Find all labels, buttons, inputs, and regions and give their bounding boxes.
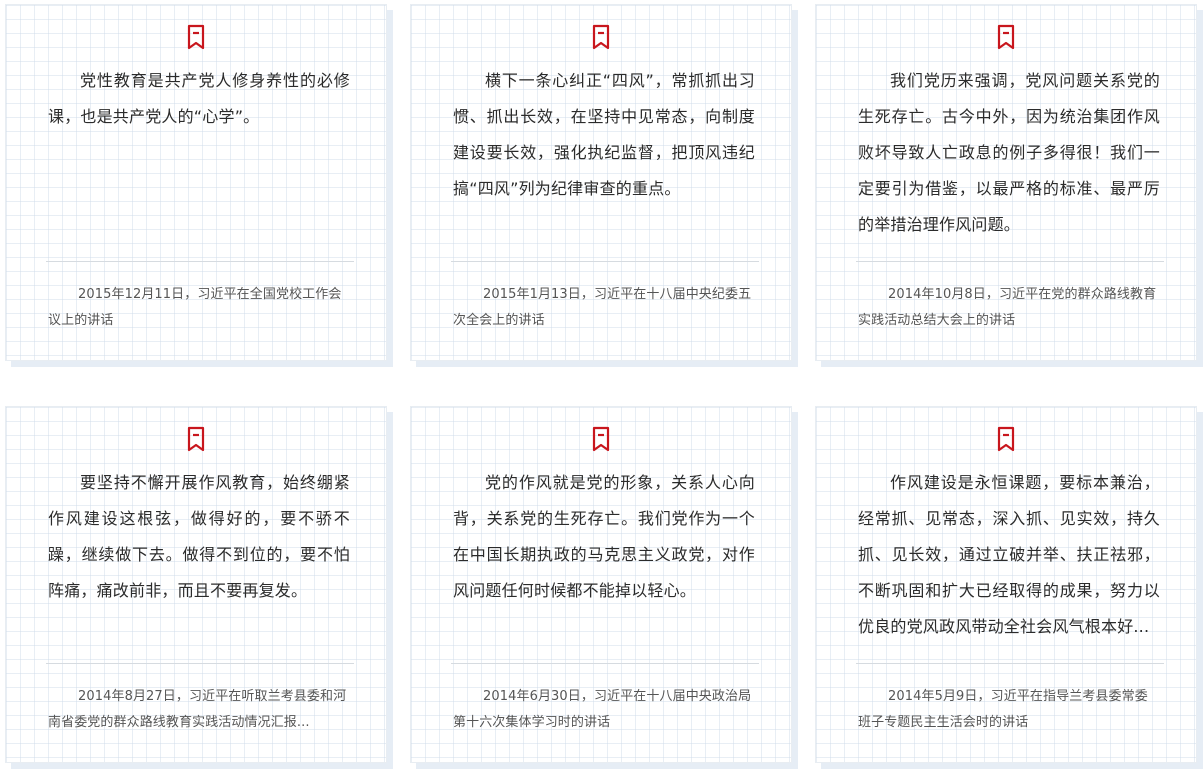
quote-card[interactable]: 党的作风就是党的形象，关系人心向背，关系党的生死存亡。我们党作为一个在中国长期执…	[410, 406, 792, 763]
quote-source: 2014年8月27日，习近平在听取兰考县委和河南省委党的群众路线教育实践活动情况…	[48, 689, 347, 730]
divider	[451, 261, 759, 262]
quote-card[interactable]: 党性教育是共产党人修身养性的必修课，也是共产党人的“心学”。 2015年12月1…	[5, 4, 387, 361]
bookmark-icon	[996, 426, 1016, 452]
quote-card[interactable]: 我们党历来强调，党风问题关系党的生死存亡。古今中外，因为统治集团作风败坏导致人亡…	[815, 4, 1197, 361]
divider	[46, 663, 354, 664]
divider	[46, 261, 354, 262]
quote-text: 要坚持不懈开展作风教育，始终绷紧作风建设这根弦，做得好的，要不骄不躁，继续做下去…	[48, 473, 350, 600]
quote-text: 党的作风就是党的形象，关系人心向背，关系党的生死存亡。我们党作为一个在中国长期执…	[453, 473, 755, 600]
quote-source: 2014年10月8日，习近平在党的群众路线教育实践活动总结大会上的讲话	[858, 287, 1157, 328]
bookmark-icon	[186, 426, 206, 452]
quote-source: 2014年6月30日，习近平在十八届中央政治局第十六次集体学习时的讲话	[453, 689, 752, 730]
quote-text: 作风建设是永恒课题，要标本兼治，经常抓、见常态，深入抓、见实效，持久抓、见长效，…	[858, 473, 1160, 636]
quote-source: 2014年5月9日，习近平在指导兰考县委常委班子专题民主生活会时的讲话	[858, 689, 1148, 730]
quote-text: 党性教育是共产党人修身养性的必修课，也是共产党人的“心学”。	[48, 71, 350, 126]
quote-text: 横下一条心纠正“四风”，常抓抓出习惯、抓出长效，在坚持中见常态，向制度建设要长效…	[453, 71, 755, 198]
quote-text: 我们党历来强调，党风问题关系党的生死存亡。古今中外，因为统治集团作风败坏导致人亡…	[858, 71, 1160, 234]
quote-card[interactable]: 横下一条心纠正“四风”，常抓抓出习惯、抓出长效，在坚持中见常态，向制度建设要长效…	[410, 4, 792, 361]
bookmark-icon	[591, 426, 611, 452]
divider	[856, 261, 1164, 262]
quote-source: 2015年12月11日，习近平在全国党校工作会议上的讲话	[48, 287, 342, 328]
divider	[856, 663, 1164, 664]
bookmark-icon	[996, 24, 1016, 50]
divider	[451, 663, 759, 664]
quote-card[interactable]: 作风建设是永恒课题，要标本兼治，经常抓、见常态，深入抓、见实效，持久抓、见长效，…	[815, 406, 1197, 763]
bookmark-icon	[186, 24, 206, 50]
quote-source: 2015年1月13日，习近平在十八届中央纪委五次全会上的讲话	[453, 287, 752, 328]
bookmark-icon	[591, 24, 611, 50]
quote-card-grid: 党性教育是共产党人修身养性的必修课，也是共产党人的“心学”。 2015年12月1…	[0, 0, 1204, 770]
quote-card[interactable]: 要坚持不懈开展作风教育，始终绷紧作风建设这根弦，做得好的，要不骄不躁，继续做下去…	[5, 406, 387, 763]
